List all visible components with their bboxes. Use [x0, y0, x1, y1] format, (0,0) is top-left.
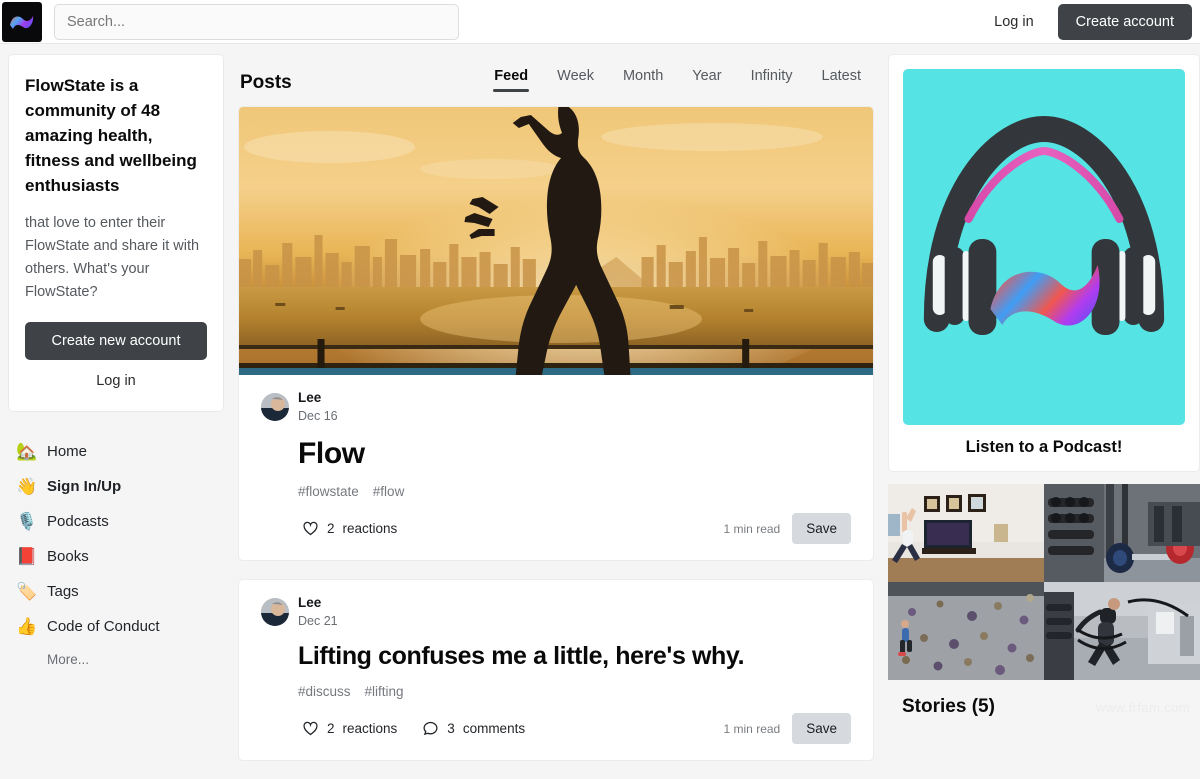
- podcast-artwork[interactable]: [903, 69, 1185, 425]
- flowstate-wave-logo-icon[interactable]: [2, 1, 42, 42]
- heart-icon: [303, 521, 318, 536]
- post-date: Dec 16: [298, 409, 338, 423]
- book-icon: 📕: [16, 547, 38, 566]
- left-sidebar: FlowState is a community of 48 amazing h…: [0, 54, 232, 675]
- post-body: Lee Dec 16 Flow #flowstate #flow 2 react…: [239, 375, 873, 560]
- reactions-label: reactions: [342, 521, 398, 536]
- post-date: Dec 21: [298, 614, 338, 628]
- promo-description: that love to enter their FlowState and s…: [25, 215, 200, 300]
- sidebar-item-home[interactable]: 🏡 Home: [8, 434, 224, 469]
- post-title[interactable]: Lifting confuses me a little, here's why…: [298, 641, 851, 672]
- avatar: [261, 598, 289, 626]
- main-feed: Posts Feed Week Month Year Infinity Late…: [232, 54, 880, 779]
- page-title: Posts: [240, 72, 292, 93]
- sidebar-item-label: Sign In/Up: [47, 478, 122, 495]
- stories-title: Stories (5): [902, 696, 995, 717]
- header-create-account-button[interactable]: Create account: [1057, 3, 1192, 40]
- reactions-count: 2: [327, 521, 335, 536]
- sidebar-login-button[interactable]: Log in: [25, 360, 207, 395]
- post-author-name[interactable]: Lee: [298, 595, 321, 610]
- search-input[interactable]: [54, 3, 459, 40]
- stories-grid: [888, 484, 1200, 680]
- post-body: Lee Dec 21 Lifting confuses me a little,…: [239, 580, 873, 760]
- comments-button[interactable]: 3 comments: [418, 715, 534, 742]
- top-header: Log in Create account: [0, 0, 1200, 44]
- post-author-meta: Lee Dec 21: [298, 594, 338, 630]
- right-sidebar: Listen to a Podcast! Stories (5) www.frf…: [880, 54, 1200, 718]
- post-tag[interactable]: #discuss: [298, 684, 351, 699]
- tab-infinity[interactable]: Infinity: [740, 64, 804, 94]
- heart-icon: [303, 721, 318, 736]
- sidebar-item-label: Podcasts: [47, 513, 109, 530]
- read-time: 1 min read: [723, 521, 781, 536]
- sidebar-item-label: Tags: [47, 583, 79, 600]
- post-cover-image[interactable]: [239, 107, 873, 375]
- tab-week[interactable]: Week: [546, 64, 605, 94]
- waving-hand-icon: 👋: [16, 477, 38, 496]
- post-author-row[interactable]: Lee Dec 21: [261, 594, 851, 630]
- post-author-meta: Lee Dec 16: [298, 389, 338, 425]
- feed-tabs: Feed Week Month Year Infinity Latest: [483, 64, 872, 94]
- podcast-caption: Listen to a Podcast!: [965, 438, 1123, 456]
- avatar: [261, 393, 289, 421]
- tab-latest[interactable]: Latest: [811, 64, 873, 94]
- house-icon: 🏡: [16, 442, 38, 461]
- reactions-button[interactable]: 2 reactions: [298, 715, 406, 742]
- sidebar-item-sign-in-up[interactable]: 👋 Sign In/Up: [8, 469, 224, 504]
- community-promo-card: FlowState is a community of 48 amazing h…: [8, 54, 224, 412]
- podcast-widget[interactable]: Listen to a Podcast!: [888, 54, 1200, 472]
- sidebar-more-link[interactable]: More...: [8, 644, 224, 675]
- header-login-button[interactable]: Log in: [980, 6, 1048, 38]
- thumbs-up-icon: 👍: [16, 617, 38, 636]
- reactions-label: reactions: [342, 721, 398, 736]
- tag-icon: 🏷️: [16, 582, 38, 601]
- save-button[interactable]: Save: [792, 713, 851, 744]
- tab-year[interactable]: Year: [681, 64, 732, 94]
- sidebar-item-label: Code of Conduct: [47, 618, 160, 635]
- comments-count: 3: [447, 721, 455, 736]
- post-tag[interactable]: #flow: [373, 484, 405, 499]
- create-new-account-button[interactable]: Create new account: [25, 322, 207, 360]
- feed-header: Posts Feed Week Month Year Infinity Late…: [238, 54, 874, 106]
- promo-title: FlowState is a community of 48 amazing h…: [25, 76, 197, 195]
- story-thumbnail[interactable]: [888, 484, 1044, 582]
- post-card[interactable]: Lee Dec 21 Lifting confuses me a little,…: [238, 579, 874, 761]
- sidebar-item-books[interactable]: 📕 Books: [8, 539, 224, 574]
- microphone-icon: 🎙️: [16, 512, 38, 531]
- post-card[interactable]: Lee Dec 16 Flow #flowstate #flow 2 react…: [238, 106, 874, 561]
- post-footer: 2 reactions 3 comments 1 min read Save: [298, 713, 851, 744]
- save-button[interactable]: Save: [792, 513, 851, 544]
- story-thumbnail[interactable]: [888, 582, 1044, 680]
- right-sidebar-inner: Listen to a Podcast! Stories (5) www.frf…: [888, 54, 1200, 718]
- tab-feed[interactable]: Feed: [483, 64, 539, 94]
- reactions-button[interactable]: 2 reactions: [298, 515, 406, 542]
- story-thumbnail[interactable]: [1044, 484, 1200, 582]
- search-box[interactable]: [54, 3, 459, 40]
- story-thumbnail[interactable]: [1044, 582, 1200, 680]
- sidebar-item-code-of-conduct[interactable]: 👍 Code of Conduct: [8, 609, 224, 644]
- post-title[interactable]: Flow: [298, 436, 851, 472]
- tab-month[interactable]: Month: [612, 64, 674, 94]
- post-tags: #discuss #lifting: [298, 684, 851, 699]
- post-author-name[interactable]: Lee: [298, 390, 321, 405]
- comments-label: comments: [462, 721, 526, 736]
- sidebar-nav: 🏡 Home 👋 Sign In/Up 🎙️ Podcasts 📕 Books …: [8, 434, 224, 675]
- post-tags: #flowstate #flow: [298, 484, 851, 499]
- comment-icon: [423, 721, 438, 736]
- post-tag[interactable]: #lifting: [365, 684, 404, 699]
- read-time: 1 min read: [723, 721, 781, 736]
- post-footer: 2 reactions 1 min read Save: [298, 513, 851, 544]
- sidebar-item-tags[interactable]: 🏷️ Tags: [8, 574, 224, 609]
- sidebar-item-label: Books: [47, 548, 89, 565]
- sidebar-item-label: Home: [47, 443, 88, 460]
- post-tag[interactable]: #flowstate: [298, 484, 359, 499]
- reactions-count: 2: [327, 721, 335, 736]
- page-layout: FlowState is a community of 48 amazing h…: [0, 44, 1200, 761]
- sidebar-item-podcasts[interactable]: 🎙️ Podcasts: [8, 504, 224, 539]
- post-author-row[interactable]: Lee Dec 16: [261, 389, 851, 425]
